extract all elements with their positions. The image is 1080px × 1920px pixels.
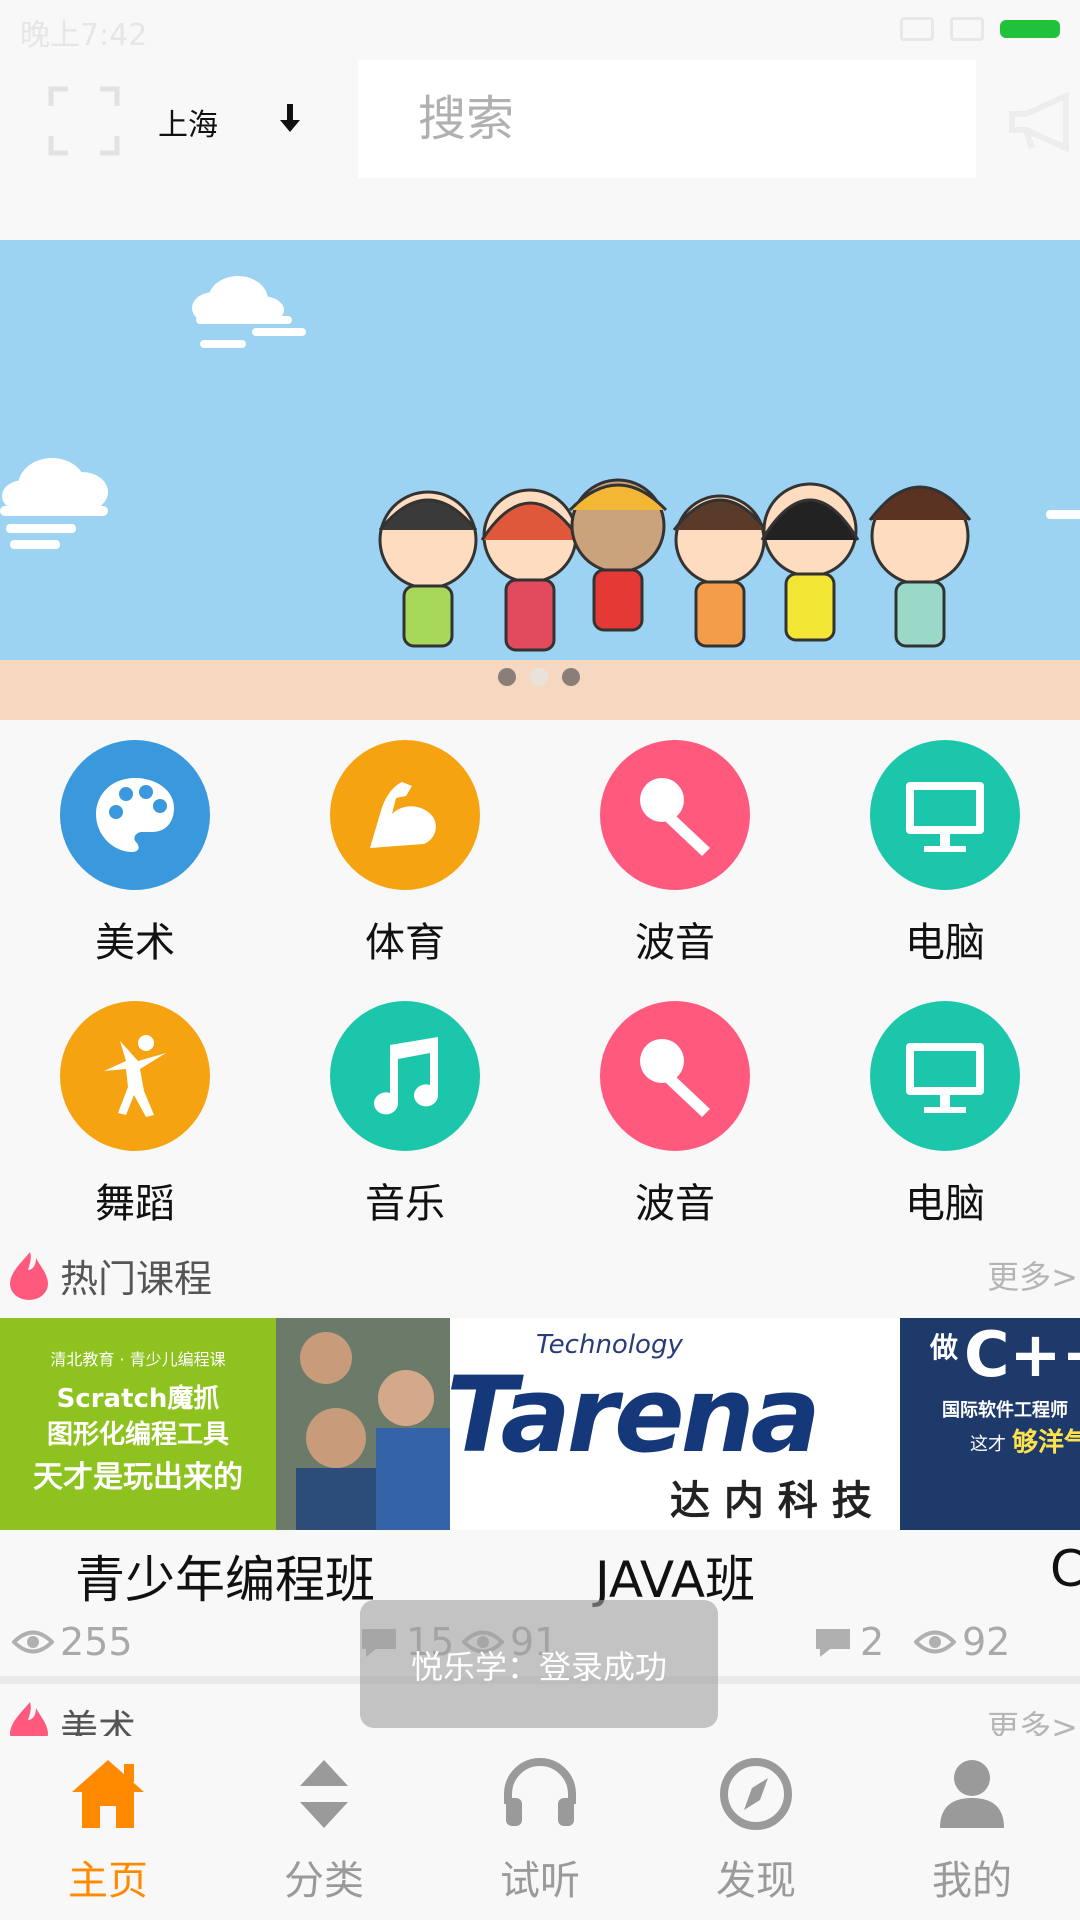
wifi-icon: [900, 17, 934, 41]
dancer-icon: [60, 1001, 210, 1151]
comment-count: 2: [812, 1620, 884, 1664]
city-label[interactable]: 上海: [158, 100, 218, 144]
bottom-navigation: 主页 分类 试听 发现 我的: [0, 1736, 1080, 1920]
course-image: 清北教育 · 青少儿编程课 Scratch魔抓 图形化编程工具 天才是玩出来的: [0, 1318, 450, 1530]
search-box[interactable]: [358, 60, 976, 178]
status-bar: 晚上7:42: [0, 0, 1080, 60]
microphone-icon: [600, 1001, 750, 1151]
carousel-dot[interactable]: [562, 668, 580, 686]
status-time: 晚上7:42: [20, 18, 148, 53]
flame-icon: [10, 1252, 48, 1300]
carousel-dot[interactable]: [498, 668, 516, 686]
status-icons: [900, 14, 1060, 44]
category-label: 音乐: [365, 1181, 445, 1227]
battery-icon: [1000, 20, 1060, 38]
more-link[interactable]: 更多>: [987, 1252, 1078, 1298]
muscle-arm-icon: [330, 740, 480, 890]
course-image: 做 C++ 国际软件工程师 这才 够洋气: [900, 1318, 1080, 1530]
megaphone-icon[interactable]: [1006, 91, 1080, 153]
category-label: 波音: [635, 1181, 715, 1227]
eye-icon: [914, 1630, 956, 1654]
category-music[interactable]: 音乐: [270, 1001, 540, 1261]
nav-category[interactable]: 分类: [216, 1736, 432, 1920]
palette-icon: [60, 740, 210, 890]
eye-icon: [12, 1630, 54, 1654]
comment-icon: [816, 1629, 850, 1657]
category-computer-2[interactable]: 电脑: [810, 1001, 1080, 1261]
nav-home[interactable]: 主页: [0, 1736, 216, 1920]
category-voice[interactable]: 波音: [540, 740, 810, 1000]
nav-discover[interactable]: 发现: [648, 1736, 864, 1920]
scan-icon[interactable]: [48, 86, 120, 156]
course-image: Technology Tarena 达 内 科 技: [450, 1318, 900, 1530]
category-label: 美术: [95, 920, 175, 966]
compass-icon: [720, 1758, 792, 1830]
category-label: 舞蹈: [95, 1181, 175, 1227]
category-voice-2[interactable]: 波音: [540, 1001, 810, 1261]
music-note-icon: [330, 1001, 480, 1151]
search-input[interactable]: [416, 86, 940, 152]
category-sports[interactable]: 体育: [270, 740, 540, 1000]
category-label: 电脑: [905, 1181, 985, 1227]
nav-listen[interactable]: 试听: [432, 1736, 648, 1920]
hot-courses-header: 热门课程 更多>: [0, 1240, 1080, 1304]
course-name: C: [1050, 1540, 1080, 1598]
view-count: 92: [914, 1620, 1010, 1664]
view-count: 255: [12, 1620, 133, 1664]
headphones-icon: [504, 1758, 576, 1826]
monitor-icon: [870, 740, 1020, 890]
promo-banner[interactable]: [0, 240, 1080, 720]
sort-icon: [300, 1760, 348, 1828]
user-icon: [940, 1760, 1004, 1828]
nav-profile[interactable]: 我的: [864, 1736, 1080, 1920]
category-computer[interactable]: 电脑: [810, 740, 1080, 1000]
category-label: 电脑: [905, 920, 985, 966]
category-label: 体育: [365, 920, 445, 966]
section-title: 热门课程: [60, 1257, 213, 1301]
home-icon: [72, 1760, 144, 1828]
toast-message: 悦乐学：登录成功: [360, 1600, 718, 1728]
monitor-icon: [870, 1001, 1020, 1151]
category-art[interactable]: 美术: [0, 740, 270, 1000]
carousel-dot-active[interactable]: [530, 668, 548, 686]
category-label: 波音: [635, 920, 715, 966]
sim-icon: [950, 17, 984, 41]
microphone-icon: [600, 740, 750, 890]
category-dance[interactable]: 舞蹈: [0, 1001, 270, 1261]
arrow-down-icon[interactable]: [272, 100, 308, 136]
